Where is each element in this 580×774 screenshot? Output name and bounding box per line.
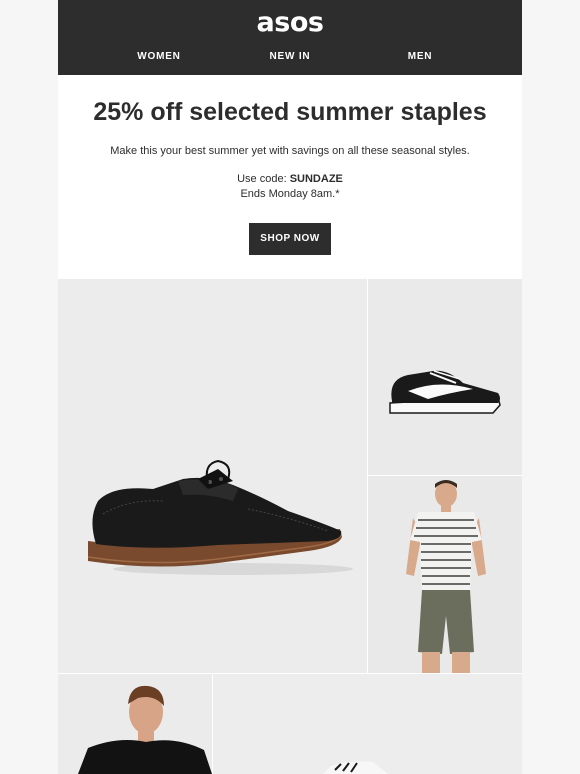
asos-logo[interactable]: asos [58, 7, 522, 39]
hero-title: 25% off selected summer staples [93, 98, 487, 126]
promo-code-prefix: Use code: [237, 173, 290, 185]
brogue-shoe-image[interactable] [58, 279, 367, 673]
nav-women[interactable]: WOMEN [119, 51, 199, 63]
offer-end-text: Ends Monday 8am.* [240, 188, 340, 200]
black-top-model-image[interactable] [58, 674, 212, 774]
sneaker-image[interactable] [368, 279, 522, 475]
email-header: asos WOMEN NEW IN MEN [58, 0, 522, 75]
striped-tshirt-model-image[interactable] [368, 476, 522, 673]
shop-now-button[interactable]: SHOP NOW [249, 223, 331, 255]
hero-subtitle: Make this your best summer yet with savi… [110, 145, 470, 157]
striped-item-image[interactable] [213, 674, 522, 774]
email-container: asos WOMEN NEW IN MEN 25% off selected s… [58, 0, 522, 774]
promo-code-line: Use code: SUNDAZE [58, 172, 522, 186]
nav-new-in[interactable]: NEW IN [250, 51, 330, 63]
nav-men[interactable]: MEN [380, 51, 460, 63]
promo-code: SUNDAZE [289, 173, 343, 185]
